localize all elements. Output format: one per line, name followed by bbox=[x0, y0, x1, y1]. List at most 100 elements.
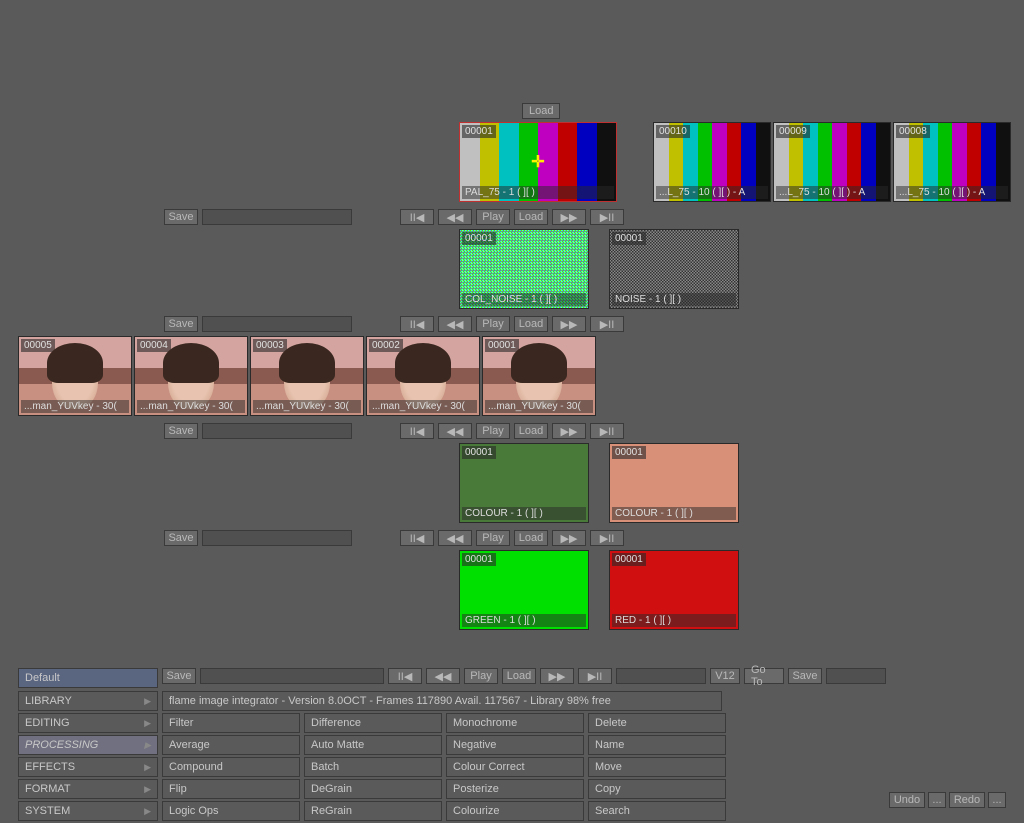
forward-button[interactable]: ▶▶ bbox=[552, 209, 586, 225]
save-input[interactable] bbox=[826, 668, 886, 684]
step-fwd-button[interactable]: ▶II bbox=[578, 668, 612, 684]
clip-yuv3[interactable]: 00003...man_YUVkey - 30( bbox=[250, 336, 364, 416]
step-fwd-button[interactable]: ▶II bbox=[590, 209, 624, 225]
save-input[interactable] bbox=[202, 316, 352, 332]
rewind-button[interactable]: ◀◀ bbox=[438, 316, 472, 332]
clip-bw-noise[interactable]: 00001 NOISE - 1 ( ][ ) bbox=[609, 229, 739, 309]
rewind-button[interactable]: ◀◀ bbox=[426, 668, 460, 684]
clip-yuv4[interactable]: 00004...man_YUVkey - 30( bbox=[134, 336, 248, 416]
play-button[interactable]: Play bbox=[464, 668, 498, 684]
version-button[interactable]: V12 bbox=[710, 668, 740, 684]
menu-item-flip[interactable]: Flip bbox=[162, 779, 300, 799]
undo-button[interactable]: Undo bbox=[889, 792, 925, 808]
step-fwd-button[interactable]: ▶II bbox=[590, 316, 624, 332]
menu-item-delete[interactable]: Delete bbox=[588, 713, 726, 733]
menu-tab-effects[interactable]: EFFECTS▶ bbox=[18, 757, 158, 777]
rewind-button[interactable]: ◀◀ bbox=[438, 530, 472, 546]
save-button[interactable]: Save bbox=[164, 316, 198, 332]
play-button[interactable]: Play bbox=[476, 530, 510, 546]
clip-red[interactable]: 00001 RED - 1 ( ][ ) bbox=[609, 550, 739, 630]
save-button[interactable]: Save bbox=[164, 209, 198, 225]
step-fwd-button[interactable]: ▶II bbox=[590, 423, 624, 439]
menu-item-search[interactable]: Search bbox=[588, 801, 726, 821]
forward-button[interactable]: ▶▶ bbox=[552, 530, 586, 546]
step-back-button[interactable]: II◀ bbox=[400, 209, 434, 225]
play-button[interactable]: Play bbox=[476, 423, 510, 439]
save-button[interactable]: Save bbox=[164, 530, 198, 546]
play-button[interactable]: Play bbox=[476, 316, 510, 332]
menu-item-monochrome[interactable]: Monochrome bbox=[446, 713, 584, 733]
save-input[interactable] bbox=[202, 209, 352, 225]
load-button[interactable]: Load bbox=[514, 316, 548, 332]
clip-yuv2[interactable]: 00002...man_YUVkey - 30( bbox=[366, 336, 480, 416]
step-fwd-button[interactable]: ▶II bbox=[590, 530, 624, 546]
save-input[interactable] bbox=[202, 423, 352, 439]
step-back-button[interactable]: II◀ bbox=[400, 530, 434, 546]
clip-label: ...man_YUVkey - 30( bbox=[485, 400, 593, 413]
clip-label: ...man_YUVkey - 30( bbox=[253, 400, 361, 413]
menu-item-degrain[interactable]: DeGrain bbox=[304, 779, 442, 799]
play-button[interactable]: Play bbox=[476, 209, 510, 225]
step-back-button[interactable]: II◀ bbox=[400, 316, 434, 332]
clip-pal75-d[interactable]: 00008 ...L_75 - 10 ( ][ ) - A bbox=[893, 122, 1011, 202]
clip-green[interactable]: 00001 GREEN - 1 ( ][ ) bbox=[459, 550, 589, 630]
redo-more-button[interactable]: ... bbox=[988, 792, 1006, 808]
save-button[interactable]: Save bbox=[162, 668, 196, 684]
clip-pal75-b[interactable]: 00010 ...L_75 - 10 ( ][ ) - A bbox=[653, 122, 771, 202]
step-back-button[interactable]: II◀ bbox=[388, 668, 422, 684]
menu-item-colourize[interactable]: Colourize bbox=[446, 801, 584, 821]
load-button[interactable]: Load bbox=[522, 103, 560, 119]
clip-yuv5[interactable]: 00005...man_YUVkey - 30( bbox=[18, 336, 132, 416]
menu-item-move[interactable]: Move bbox=[588, 757, 726, 777]
transport-row1: II◀ ◀◀ Play Load ▶▶ ▶II bbox=[400, 209, 624, 225]
menu-item-name[interactable]: Name bbox=[588, 735, 726, 755]
clip-label: ...L_75 - 10 ( ][ ) - A bbox=[896, 186, 1008, 199]
undo-more-button[interactable]: ... bbox=[928, 792, 946, 808]
save-input[interactable] bbox=[200, 668, 384, 684]
menu-tab-system[interactable]: SYSTEM▶ bbox=[18, 801, 158, 821]
redo-button[interactable]: Redo bbox=[949, 792, 985, 808]
forward-button[interactable]: ▶▶ bbox=[552, 316, 586, 332]
clip-colour-peach[interactable]: 00001 COLOUR - 1 ( ][ ) bbox=[609, 443, 739, 523]
load-button[interactable]: Load bbox=[514, 209, 548, 225]
chevron-right-icon: ▶ bbox=[144, 696, 151, 707]
menu-item-regrain[interactable]: ReGrain bbox=[304, 801, 442, 821]
clip-yuv1[interactable]: 00001...man_YUVkey - 30( bbox=[482, 336, 596, 416]
menu-item-negative[interactable]: Negative bbox=[446, 735, 584, 755]
forward-button[interactable]: ▶▶ bbox=[552, 423, 586, 439]
save-button[interactable]: Save bbox=[164, 423, 198, 439]
load-button[interactable]: Load bbox=[514, 530, 548, 546]
clip-pal75-c[interactable]: 00009 ...L_75 - 10 ( ][ ) - A bbox=[773, 122, 891, 202]
menu-tab-format[interactable]: FORMAT▶ bbox=[18, 779, 158, 799]
save-button[interactable]: Save bbox=[788, 668, 822, 684]
step-back-button[interactable]: II◀ bbox=[400, 423, 434, 439]
menu-item-difference[interactable]: Difference bbox=[304, 713, 442, 733]
menu-item-copy[interactable]: Copy bbox=[588, 779, 726, 799]
menu-tab-editing[interactable]: EDITING▶ bbox=[18, 713, 158, 733]
forward-button[interactable]: ▶▶ bbox=[540, 668, 574, 684]
clip-colour-green[interactable]: 00001 COLOUR - 1 ( ][ ) bbox=[459, 443, 589, 523]
menu-item-posterize[interactable]: Posterize bbox=[446, 779, 584, 799]
rewind-button[interactable]: ◀◀ bbox=[438, 209, 472, 225]
rewind-button[interactable]: ◀◀ bbox=[438, 423, 472, 439]
clip-label: COL_NOISE - 1 ( ][ ) bbox=[462, 293, 586, 306]
menu-item-compound[interactable]: Compound bbox=[162, 757, 300, 777]
menu-item-average[interactable]: Average bbox=[162, 735, 300, 755]
clip-frame: 00001 bbox=[612, 553, 646, 566]
menu-item-filter[interactable]: Filter bbox=[162, 713, 300, 733]
goto-button[interactable]: Go To bbox=[744, 668, 784, 684]
clip-label: RED - 1 ( ][ ) bbox=[612, 614, 736, 627]
spacer-input[interactable] bbox=[616, 668, 706, 684]
menu-item-batch[interactable]: Batch bbox=[304, 757, 442, 777]
menu-item-colour-correct[interactable]: Colour Correct bbox=[446, 757, 584, 777]
menu-item-auto-matte[interactable]: Auto Matte bbox=[304, 735, 442, 755]
menu-tab-processing[interactable]: PROCESSING▶ bbox=[18, 735, 158, 755]
menu-item-logic-ops[interactable]: Logic Ops bbox=[162, 801, 300, 821]
menu-tab-library[interactable]: LIBRARY▶ bbox=[18, 691, 158, 711]
save-input[interactable] bbox=[202, 530, 352, 546]
load-button[interactable]: Load bbox=[514, 423, 548, 439]
default-button[interactable]: Default bbox=[18, 668, 158, 688]
clip-pal75-main[interactable]: ✛ 00001 PAL_75 - 1 ( ][ ) bbox=[459, 122, 617, 202]
clip-col-noise[interactable]: 00001 COL_NOISE - 1 ( ][ ) bbox=[459, 229, 589, 309]
load-button[interactable]: Load bbox=[502, 668, 536, 684]
